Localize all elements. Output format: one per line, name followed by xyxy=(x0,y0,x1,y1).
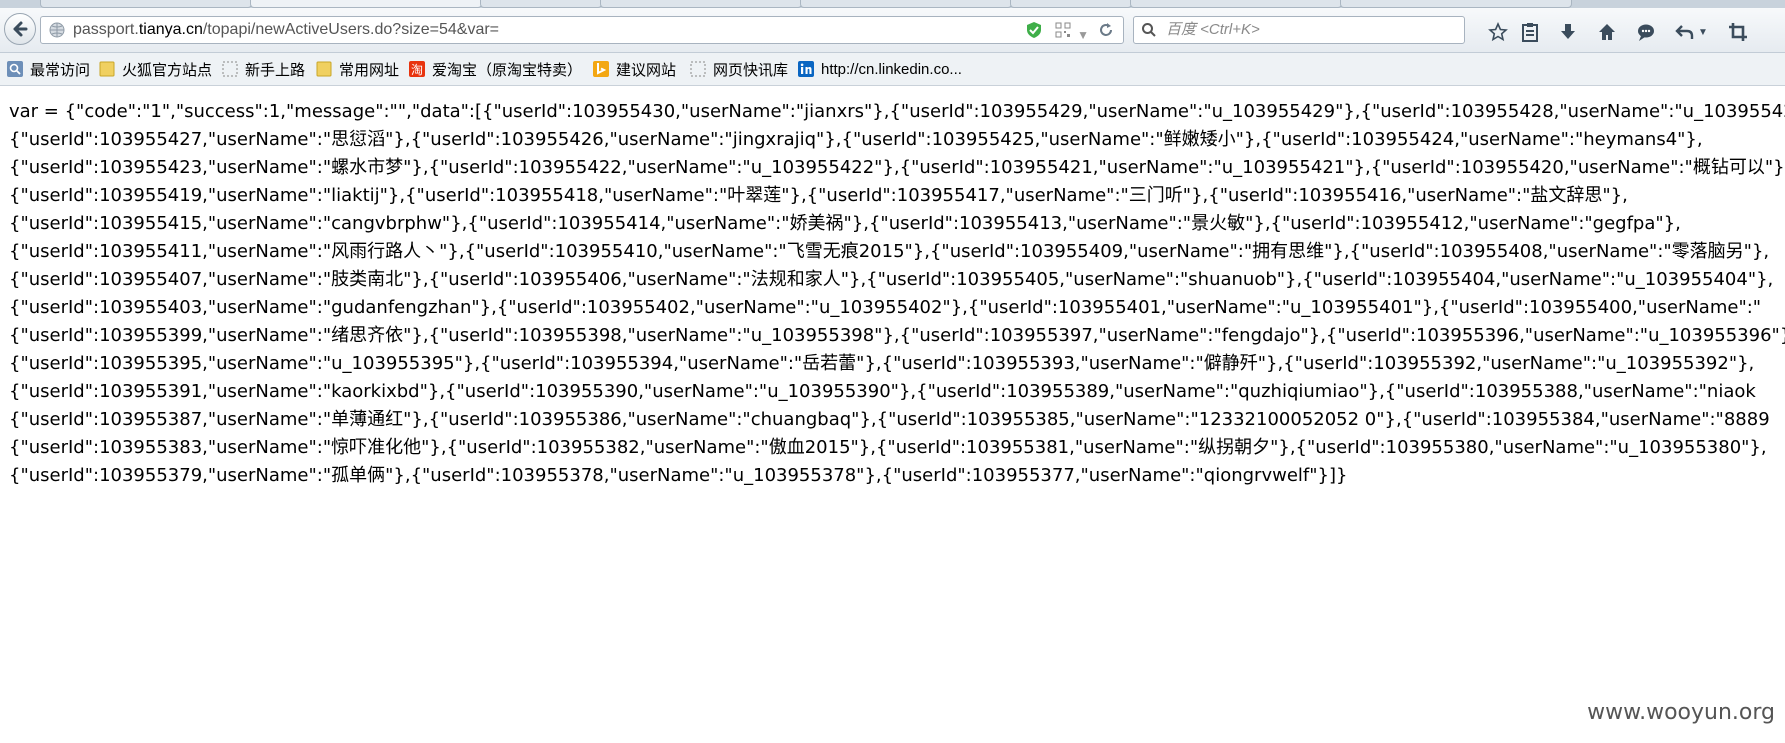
taobao-icon: 淘 xyxy=(408,60,426,78)
response-line: {"userId":103955383,"userName":"惊吓准化他"},… xyxy=(9,437,1767,458)
reload-icon[interactable] xyxy=(1097,21,1115,39)
watermark: www.wooyun.org xyxy=(1587,700,1775,725)
folder-icon xyxy=(98,60,116,78)
qr-code-icon[interactable] xyxy=(1055,22,1071,38)
response-line: {"userId":103955399,"userName":"绪思齐依"},{… xyxy=(9,325,1785,346)
response-line: {"userId":103955379,"userName":"孤单俩"},{"… xyxy=(9,465,1348,486)
navigation-toolbar: passport.tianya.cn/topapi/newActiveUsers… xyxy=(0,8,1785,53)
bookmark-item[interactable]: http://cn.linkedin.co... xyxy=(797,53,962,85)
browser-tab[interactable] xyxy=(600,0,802,8)
browser-tab[interactable] xyxy=(1130,0,1342,8)
search-box[interactable]: 百度 <Ctrl+K> xyxy=(1133,16,1465,44)
browser-tab[interactable] xyxy=(1340,0,1572,8)
star-icon xyxy=(1488,22,1508,42)
browser-tab[interactable] xyxy=(250,0,482,8)
browser-tab[interactable] xyxy=(480,0,602,8)
downloads-button[interactable] xyxy=(1556,21,1580,43)
linkedin-icon xyxy=(797,60,815,78)
bookmark-star-button[interactable] xyxy=(1486,21,1510,43)
chat-button[interactable] xyxy=(1634,21,1658,43)
most-visited-icon xyxy=(6,60,24,78)
bookmark-item[interactable]: 火狐官方站点 xyxy=(98,53,212,85)
bookmark-label: 新手上路 xyxy=(245,61,306,79)
address-bar[interactable]: passport.tianya.cn/topapi/newActiveUsers… xyxy=(40,16,1124,44)
bookmarks-menu-button[interactable] xyxy=(1518,21,1542,43)
screenshot-button[interactable] xyxy=(1726,21,1750,43)
undo-arrow-icon xyxy=(1675,25,1694,39)
response-line: {"userId":103955407,"userName":"肢类南北"},{… xyxy=(9,269,1774,290)
bookmark-label: 火狐官方站点 xyxy=(122,61,213,79)
url-path: /topapi/newActiveUsers.do?size=54&var= xyxy=(202,21,500,38)
undo-dropdown-button[interactable]: ▼ xyxy=(1696,21,1710,43)
bookmark-label: http://cn.linkedin.co... xyxy=(821,60,962,78)
search-icon xyxy=(1142,23,1156,37)
svg-text:淘: 淘 xyxy=(411,63,423,77)
home-icon xyxy=(1599,24,1615,40)
clipboard-icon xyxy=(1522,23,1538,42)
bookmark-label: 网页快讯库 xyxy=(713,61,789,79)
back-button[interactable] xyxy=(4,13,36,45)
response-line: {"userId":103955387,"userName":"单薄通红"},{… xyxy=(9,409,1770,430)
bookmark-label: 爱淘宝（原淘宝特卖） xyxy=(432,61,583,79)
crop-icon xyxy=(1729,23,1747,41)
url-domain: tianya.cn xyxy=(138,21,203,38)
bookmark-item[interactable]: 建议网站 xyxy=(592,53,676,85)
browser-tab[interactable] xyxy=(40,0,252,8)
response-line: var = {"code":"1","success":1,"message":… xyxy=(9,101,1785,122)
bookmark-item[interactable]: 淘 爱淘宝（原淘宝特卖） xyxy=(408,53,582,85)
url-prefix: passport. xyxy=(73,21,139,38)
response-line: {"userId":103955411,"userName":"风雨行路人丶"}… xyxy=(9,241,1770,262)
dropdown-arrow-icon[interactable]: ▼ xyxy=(1077,22,1089,48)
search-placeholder: 百度 <Ctrl+K> xyxy=(1166,21,1260,38)
response-line: {"userId":103955423,"userName":"螺水市梦"},{… xyxy=(9,157,1785,178)
folder-icon xyxy=(315,60,333,78)
url-text: passport.tianya.cn/topapi/newActiveUsers… xyxy=(73,17,499,43)
response-line: {"userId":103955403,"userName":"gudanfen… xyxy=(9,297,1762,318)
globe-icon xyxy=(49,22,65,38)
chat-bubble-icon xyxy=(1638,24,1654,41)
undo-button[interactable] xyxy=(1673,21,1697,43)
response-line: {"userId":103955427,"userName":"思愆滔"},{"… xyxy=(9,129,1703,150)
response-line: {"userId":103955391,"userName":"kaorkixb… xyxy=(9,381,1756,402)
response-line: {"userId":103955415,"userName":"cangvbrp… xyxy=(9,213,1681,234)
shield-check-icon[interactable] xyxy=(1025,21,1043,39)
bookmark-item[interactable]: 新手上路 xyxy=(221,53,305,85)
chevron-down-icon: ▼ xyxy=(1698,26,1708,38)
home-button[interactable] xyxy=(1595,21,1619,43)
browser-tab[interactable] xyxy=(800,0,1012,8)
bookmark-label: 最常访问 xyxy=(30,61,91,79)
bookmark-item[interactable]: 网页快讯库 xyxy=(689,53,788,85)
page-icon xyxy=(221,60,239,78)
bookmark-item[interactable]: 最常访问 xyxy=(6,53,90,85)
download-icon xyxy=(1561,24,1575,39)
bookmark-label: 常用网址 xyxy=(339,61,400,79)
response-line: {"userId":103955395,"userName":"u_103955… xyxy=(9,353,1755,374)
bing-icon xyxy=(592,60,610,78)
json-response-text: var = {"code":"1","success":1,"message":… xyxy=(9,98,1785,490)
page-icon xyxy=(689,60,707,78)
bookmarks-toolbar: 最常访问 火狐官方站点 新手上路 常用网址 淘 爱淘宝（原淘宝特卖） 建议网站 … xyxy=(0,53,1785,86)
response-line: {"userId":103955419,"userName":"liaktij"… xyxy=(9,185,1628,206)
bookmark-item[interactable]: 常用网址 xyxy=(315,53,399,85)
bookmark-label: 建议网站 xyxy=(616,61,677,79)
browser-tab[interactable] xyxy=(1010,0,1132,8)
back-arrow-icon xyxy=(13,21,28,37)
